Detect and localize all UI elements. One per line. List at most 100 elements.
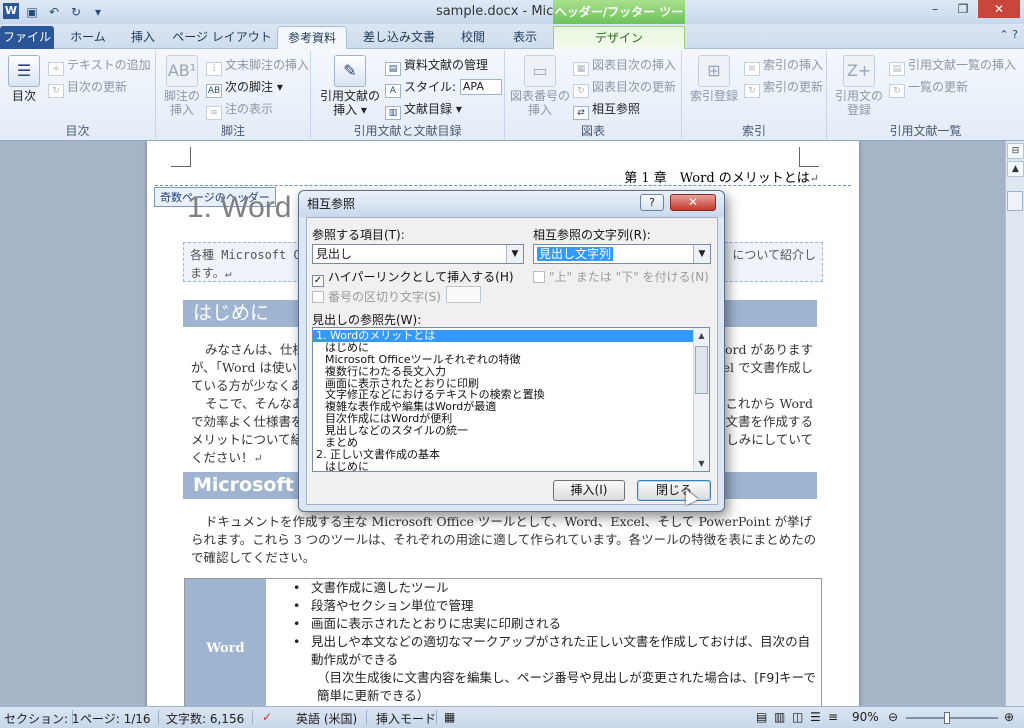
mark-citation-button[interactable]: Z+ 引用文の 登録 xyxy=(831,55,887,117)
view-web-icon[interactable]: ◫ xyxy=(792,710,803,724)
view-print-layout-icon[interactable]: ▤ xyxy=(756,710,767,724)
insert-endnote-button[interactable]: i 文末脚注の挿入 xyxy=(206,57,309,76)
insert-citation-button[interactable]: ✎ 引用文献の 挿入 ▾ xyxy=(317,55,383,117)
list-item: 文書作成に適したツール xyxy=(293,579,819,597)
scroll-up-icon[interactable]: ▲ xyxy=(1007,161,1024,177)
update-table-icon: ↻ xyxy=(573,84,589,98)
separator-checkbox[interactable]: 番号の区切り文字(S) xyxy=(312,289,441,305)
macro-record-icon[interactable]: ▦ xyxy=(444,710,455,724)
style-selector[interactable]: A スタイル: APA xyxy=(385,79,502,98)
scroll-down-icon[interactable]: ▼ xyxy=(694,456,709,471)
view-reading-icon[interactable]: ▥ xyxy=(774,710,785,724)
list-item[interactable]: 1. Wordのメリットとは xyxy=(313,330,693,342)
view-outline-icon[interactable]: ☰ xyxy=(810,710,821,724)
list-item: 見出しや本文などの適切なマークアップがされた正しい文書を作成しておけば、目次の自… xyxy=(293,633,819,669)
zoom-out-icon[interactable]: ⊖ xyxy=(888,710,898,724)
tab-mailings[interactable]: 差し込み文書 xyxy=(356,26,442,49)
bibliography-button[interactable]: ▥ 文献目録 ▾ xyxy=(385,101,462,120)
add-text-button[interactable]: + テキストの追加 xyxy=(48,57,151,76)
cross-reference-button[interactable]: ⇄ 相互参照 xyxy=(573,101,640,120)
dialog-help-button[interactable]: ? xyxy=(640,194,664,211)
ruler-toggle-icon[interactable]: ⊟ xyxy=(1007,143,1024,159)
ribbon: ☰ 目次 + テキストの追加 ↻ 目次の更新 目次 AB¹ 脚注の 挿入 i 文末脚注の… xyxy=(0,49,1024,141)
chevron-down-icon: ▼ xyxy=(693,245,710,263)
style-combo[interactable]: APA xyxy=(459,79,502,95)
toc-button[interactable]: ☰ 目次 xyxy=(4,55,44,103)
tab-page-layout[interactable]: ページ レイアウト xyxy=(172,26,272,49)
insert-index-button[interactable]: ≡ 索引の挿入 xyxy=(744,57,823,76)
close-window-icon[interactable]: ✕ xyxy=(978,0,1020,18)
update-toc-button[interactable]: ↻ 目次の更新 xyxy=(48,79,127,98)
header-separator xyxy=(155,185,851,186)
insert-table-of-figures-button[interactable]: ▦ 図表目次の挿入 xyxy=(573,57,676,76)
list-item[interactable]: Microsoft Officeツールそれぞれの特徴 xyxy=(313,353,693,366)
insert-reference-to-dropdown[interactable]: 見出し文字列 ▼ xyxy=(533,244,711,264)
group-toc: ☰ 目次 + テキストの追加 ↻ 目次の更新 目次 xyxy=(0,51,156,139)
update-index-button[interactable]: ↻ 索引の更新 xyxy=(744,79,823,98)
minimize-icon[interactable]: – xyxy=(922,0,948,18)
tab-file[interactable]: ファイル xyxy=(0,26,54,49)
zoom-in-icon[interactable]: ⊕ xyxy=(1004,710,1014,724)
status-language[interactable]: 英語 (米国) xyxy=(296,710,357,727)
separator-input[interactable] xyxy=(446,286,481,303)
manage-sources-button[interactable]: ▤ 資料文献の管理 xyxy=(385,57,488,76)
restore-icon[interactable]: ❐ xyxy=(950,0,976,18)
listbox-scrollbar[interactable]: ▲ ▼ xyxy=(693,328,709,471)
zoom-slider-track[interactable] xyxy=(906,717,998,719)
list-item[interactable]: 2. 正しい文書作成の基本 xyxy=(313,449,693,461)
tab-design[interactable]: デザイン xyxy=(553,26,685,49)
list-item[interactable]: はじめに xyxy=(313,460,693,471)
insert-footnote-button[interactable]: AB¹ 脚注の 挿入 xyxy=(160,55,204,117)
close-button[interactable]: 閉じる xyxy=(637,480,711,501)
above-below-checkbox[interactable]: "上" または "下" を付ける(N) xyxy=(533,269,709,285)
spellcheck-icon[interactable]: ✓ xyxy=(262,710,272,724)
vertical-scrollbar[interactable]: ⊟ ▲ xyxy=(1005,141,1024,706)
insert-button[interactable]: 挿入(I) xyxy=(553,480,625,501)
tab-review[interactable]: 校閲 xyxy=(452,26,494,49)
scrollbar-thumb[interactable] xyxy=(1007,191,1023,211)
table-of-figures-icon: ▦ xyxy=(573,62,589,76)
context-tab-group-label: ヘッダー/フッター ツール xyxy=(553,0,685,43)
hyperlink-checkbox[interactable]: ✓ ハイパーリンクとして挿入する(H) xyxy=(312,269,514,287)
status-section[interactable]: セクション: 1 xyxy=(4,710,80,727)
help-icon[interactable]: ? xyxy=(1012,28,1018,41)
status-word-count[interactable]: 文字数: 6,156 xyxy=(166,710,244,727)
insert-caption-button[interactable]: ▭ 図表番号の 挿入 xyxy=(509,55,571,117)
minimize-ribbon-icon[interactable]: ⌃ xyxy=(999,28,1008,41)
insert-table-of-authorities-button[interactable]: ▤ 引用文献一覧の挿入 xyxy=(889,57,1016,76)
reference-type-dropdown[interactable]: 見出し ▼ xyxy=(312,244,524,264)
update-table-of-figures-button[interactable]: ↻ 図表目次の更新 xyxy=(573,79,676,98)
dialog-close-x-button[interactable]: ✕ xyxy=(670,194,716,211)
list-item[interactable]: はじめに xyxy=(313,341,693,354)
manage-sources-icon: ▤ xyxy=(385,62,401,76)
headings-listbox[interactable]: 1. Wordのメリットとは はじめに Microsoft Officeツールそ… xyxy=(312,327,710,472)
tab-home[interactable]: ホーム xyxy=(64,26,112,49)
update-table-of-authorities-button[interactable]: ↻ 一覧の更新 xyxy=(889,79,968,98)
insert-index-icon: ≡ xyxy=(744,62,760,76)
paragraph-3[interactable]: ドキュメントを作成する主な Microsoft Office ツールとして、Wo… xyxy=(191,513,819,567)
list-item[interactable]: 見出しなどのスタイルの統一 xyxy=(313,425,693,437)
scroll-up-icon[interactable]: ▲ xyxy=(694,328,709,343)
checkmark-icon: ✓ xyxy=(312,275,324,287)
list-item[interactable]: 複数行にわたる長文入力 xyxy=(313,365,693,378)
list-item: 画面に表示されたとおりに忠実に印刷される xyxy=(293,615,819,633)
update-authorities-icon: ↻ xyxy=(889,84,905,98)
group-captions: ▭ 図表番号の 挿入 ▦ 図表目次の挿入 ↻ 図表目次の更新 ⇄ 相互参照 図表 xyxy=(505,51,682,139)
zoom-level[interactable]: 90% xyxy=(852,710,879,724)
next-footnote-button[interactable]: AB 次の脚注 ▾ xyxy=(206,79,283,98)
tab-references[interactable]: 参考資料 xyxy=(277,26,347,49)
show-notes-button[interactable]: ≡ 注の表示 xyxy=(206,101,273,120)
heading-1[interactable]: 1. Word xyxy=(187,191,292,225)
tab-insert[interactable]: 挿入 xyxy=(122,26,164,49)
for-which-heading-label: 見出しの参照先(W): xyxy=(312,313,422,327)
feature-table[interactable]: Word 文書作成に適したツール 段落やセクション単位で管理 画面に表示されたと… xyxy=(184,578,822,706)
status-bar: セクション: 1 ページ: 1/16 文字数: 6,156 ✓ 英語 (米国) … xyxy=(0,706,1024,728)
zoom-slider-thumb[interactable] xyxy=(944,712,950,724)
listbox-scroll-thumb[interactable] xyxy=(695,346,708,394)
tab-view[interactable]: 表示 xyxy=(502,26,548,49)
mark-entry-button[interactable]: ⊞ 索引登録 xyxy=(686,55,742,103)
page-header-text[interactable]: 第 1 章 Word のメリットとは↵ xyxy=(624,167,819,186)
status-page[interactable]: ページ: 1/16 xyxy=(80,710,151,727)
status-insert-mode[interactable]: 挿入モード xyxy=(376,710,436,727)
view-draft-icon[interactable]: ≡ xyxy=(828,710,838,724)
